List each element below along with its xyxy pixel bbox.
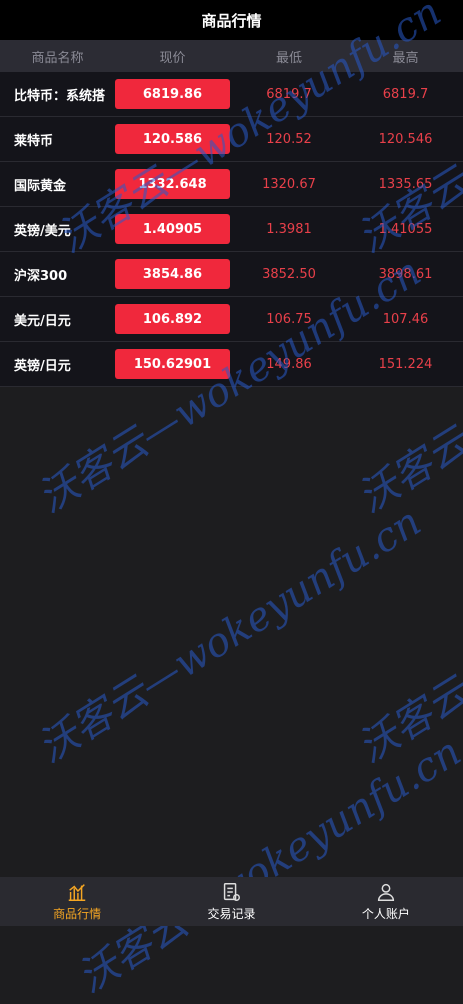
bottom-tab-bar: 商品行情 交易记录 个人账户	[0, 877, 463, 926]
high-value: 107.46	[382, 311, 429, 327]
quote-name: 比特币：系统搭	[14, 88, 106, 104]
quote-name: 莱特币	[14, 133, 54, 149]
column-header: 商品名称 现价 最低 最高	[0, 40, 463, 72]
high-value: 1.41055	[378, 221, 433, 237]
column-high: 最高	[392, 50, 419, 66]
high-value: 1335.65	[378, 176, 433, 192]
price-button[interactable]: 1.40905	[115, 214, 230, 244]
quote-name: 美元/日元	[14, 313, 71, 329]
watermark: 沃客云—wokeyunfu.cn	[29, 498, 429, 772]
quote-name: 沪深300	[14, 268, 68, 284]
tab-label: 商品行情	[53, 907, 102, 921]
quote-row[interactable]: 英镑/日元 150.62901 149.86 151.224	[0, 342, 463, 387]
tab-label: 交易记录	[207, 907, 256, 921]
price-button[interactable]: 150.62901	[115, 349, 230, 379]
watermark: 沃客云—wokeyunfu.cn	[69, 728, 463, 1002]
low-value: 1320.67	[262, 176, 316, 192]
quote-row[interactable]: 莱特币 120.586 120.52 120.546	[0, 117, 463, 162]
page-header: 商品行情	[0, 0, 463, 40]
quote-list: 比特币：系统搭 6819.86 6819.7 6819.7 莱特币 120.58…	[0, 72, 463, 387]
low-value: 106.75	[266, 311, 312, 327]
tab-market[interactable]: 商品行情	[0, 877, 154, 926]
price-button[interactable]: 6819.86	[115, 79, 230, 109]
high-value: 151.224	[378, 356, 433, 372]
quote-name: 英镑/日元	[14, 358, 71, 374]
low-value: 120.52	[266, 131, 312, 147]
tab-label: 个人账户	[361, 907, 410, 921]
quote-row[interactable]: 比特币：系统搭 6819.86 6819.7 6819.7	[0, 72, 463, 117]
receipt-icon	[224, 883, 241, 901]
price-button[interactable]: 1332.648	[115, 169, 230, 199]
low-value: 3852.50	[262, 266, 316, 282]
quote-name: 英镑/美元	[14, 223, 71, 239]
quote-row[interactable]: 美元/日元 106.892 106.75 107.46	[0, 297, 463, 342]
page-title: 商品行情	[201, 11, 262, 30]
high-value: 6819.7	[382, 86, 429, 102]
column-low: 最低	[275, 50, 302, 66]
quote-row[interactable]: 沪深300 3854.86 3852.50 3898.61	[0, 252, 463, 297]
high-value: 120.546	[378, 131, 433, 147]
tab-trade-records[interactable]: 交易记录	[154, 877, 308, 926]
quote-row[interactable]: 国际黄金 1332.648 1320.67 1335.65	[0, 162, 463, 207]
column-name: 商品名称	[31, 50, 84, 66]
chart-icon	[68, 884, 86, 901]
tab-account[interactable]: 个人账户	[309, 877, 463, 926]
price-button[interactable]: 106.892	[115, 304, 230, 334]
high-value: 3898.61	[378, 266, 433, 282]
watermark: 沃客云—wokeyunfu.cn	[349, 498, 463, 772]
quote-row[interactable]: 英镑/美元 1.40905 1.3981 1.41055	[0, 207, 463, 252]
quote-name: 国际黄金	[14, 178, 67, 194]
low-value: 1.3981	[266, 221, 312, 237]
column-price: 现价	[159, 50, 186, 66]
price-button[interactable]: 3854.86	[115, 259, 230, 289]
low-value: 6819.7	[266, 86, 312, 102]
user-icon	[377, 883, 394, 901]
low-value: 149.86	[266, 356, 312, 372]
price-button[interactable]: 120.586	[115, 124, 230, 154]
